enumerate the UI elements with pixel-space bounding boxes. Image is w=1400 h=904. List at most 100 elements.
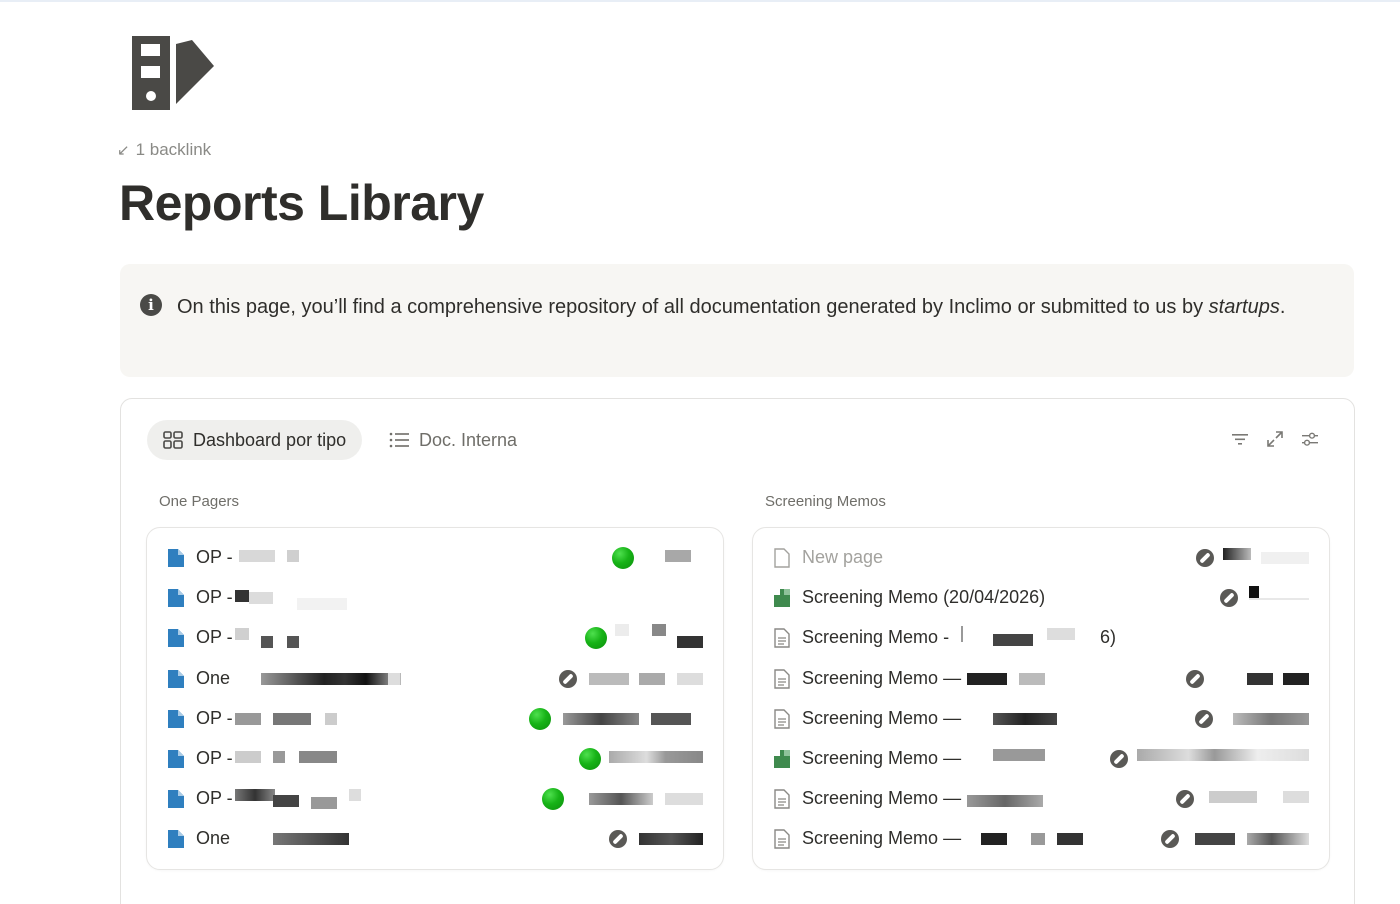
item-title: OP - — [196, 788, 233, 808]
redacted-text — [1247, 833, 1309, 845]
item-title: Screening Memo — — [802, 788, 962, 808]
compass-icon — [559, 670, 577, 688]
list-item[interactable]: Screening Memo — — [753, 821, 1329, 857]
expand-icon[interactable] — [1265, 429, 1285, 449]
green-document-icon — [774, 750, 790, 768]
document-icon — [168, 830, 184, 848]
filter-icon[interactable] — [1230, 429, 1250, 449]
settings-icon[interactable] — [1300, 429, 1320, 449]
page-icon[interactable] — [130, 36, 220, 112]
redacted-text — [1249, 586, 1259, 598]
redacted-text — [249, 592, 273, 604]
redacted-text — [1137, 749, 1309, 761]
redacted-text — [235, 590, 249, 602]
item-title: Screening Memo — — [802, 668, 962, 688]
list-item[interactable]: Screening Memo — — [753, 741, 1329, 777]
redacted-text — [1283, 673, 1309, 685]
redacted-text — [273, 833, 349, 845]
document-icon — [168, 629, 184, 647]
compass-icon — [1195, 710, 1213, 728]
tab-doc-interna[interactable]: Doc. Interna — [373, 420, 533, 460]
redacted-text — [311, 797, 337, 809]
redacted-text — [589, 793, 653, 805]
item-title: OP - — [196, 547, 233, 567]
document-icon — [168, 710, 184, 728]
list-item[interactable]: Screening Memo (20/04/2026) — [753, 580, 1329, 616]
list-item[interactable]: New page — [753, 540, 1329, 576]
status-green-dot — [529, 708, 551, 730]
redacted-text — [261, 636, 273, 648]
list-item[interactable]: OP - — [147, 580, 723, 616]
redacted-text — [665, 793, 703, 805]
list-item[interactable]: OP - — [147, 701, 723, 737]
item-title: Screening Memo (20/04/2026) — [802, 587, 1046, 607]
compass-icon — [609, 830, 627, 848]
blank-page-icon — [774, 548, 790, 568]
redacted-text — [1031, 833, 1045, 845]
list-item[interactable]: One — [147, 821, 723, 857]
item-title: One — [196, 668, 231, 688]
info-icon: i — [140, 294, 162, 316]
redacted-text — [299, 751, 337, 763]
redacted-text — [235, 751, 261, 763]
redacted-text — [1261, 552, 1309, 564]
redacted-text — [261, 673, 401, 685]
redacted-text — [1247, 673, 1273, 685]
list-item[interactable]: OP - — [147, 540, 723, 576]
redacted-text — [639, 673, 665, 685]
list-item[interactable]: Screening Memo - 6) — [753, 620, 1329, 656]
tab-label: Dashboard por tipo — [193, 429, 347, 450]
redacted-text — [287, 550, 299, 562]
redacted-text — [388, 673, 400, 685]
document-icon — [168, 549, 184, 567]
status-green-dot — [612, 547, 634, 569]
redacted-text — [325, 713, 337, 725]
tab-dashboard-por-tipo[interactable]: Dashboard por tipo — [147, 420, 363, 460]
list-item[interactable]: Screening Memo — — [753, 781, 1329, 817]
document-icon — [168, 589, 184, 607]
redacted-text — [1019, 673, 1045, 685]
document-icon — [774, 709, 790, 729]
document-icon — [774, 669, 790, 689]
item-title: Screening Memo - — [802, 627, 950, 647]
redacted-text — [615, 624, 629, 636]
compass-icon — [1110, 750, 1128, 768]
item-title: OP - — [196, 627, 233, 647]
item-suffix: 6) — [1100, 627, 1117, 647]
redacted-text — [1195, 833, 1235, 845]
item-title: Screening Memo — — [802, 748, 962, 768]
compass-icon — [1186, 670, 1204, 688]
list-item[interactable]: OP - — [147, 781, 723, 817]
item-title: New page — [802, 547, 884, 567]
redacted-text — [235, 628, 249, 640]
redacted-text — [297, 598, 347, 610]
redacted-text — [235, 713, 261, 725]
list-item[interactable]: OP - — [147, 741, 723, 777]
redacted-text — [589, 673, 629, 685]
redacted-text — [677, 673, 703, 685]
item-title: Screening Memo — — [802, 708, 962, 728]
redacted-text — [967, 795, 1043, 807]
redacted-text — [1283, 791, 1309, 803]
compass-icon — [1161, 830, 1179, 848]
redacted-text — [239, 550, 275, 562]
compass-icon — [1220, 589, 1238, 607]
redacted-text — [273, 795, 299, 807]
list-item[interactable]: Screening Memo — — [753, 661, 1329, 697]
item-title: OP - — [196, 708, 233, 728]
document-icon — [168, 750, 184, 768]
document-icon — [774, 829, 790, 849]
item-title: OP - — [196, 748, 233, 768]
backlink-link[interactable]: ↙ 1 backlink — [117, 140, 211, 160]
item-title: One — [196, 828, 231, 848]
redacted-text — [287, 636, 299, 648]
list-item[interactable]: Screening Memo — — [753, 701, 1329, 737]
item-title: Screening Memo — — [802, 828, 962, 848]
callout-text: On this page, you’ll find a comprehensiv… — [177, 296, 1286, 318]
page-title: Reports Library — [119, 175, 484, 231]
item-title: OP - — [196, 587, 233, 607]
document-icon — [168, 670, 184, 688]
redacted-text — [1209, 791, 1257, 803]
list-item[interactable]: One — [147, 661, 723, 697]
list-item[interactable]: OP - — [147, 620, 723, 656]
